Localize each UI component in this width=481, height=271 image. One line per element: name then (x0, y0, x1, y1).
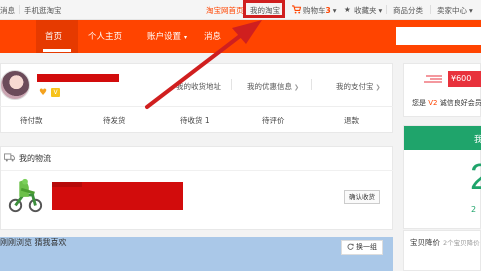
search-input[interactable] (396, 27, 481, 45)
highlight-box (243, 0, 285, 18)
change-batch-label: 换一组 (356, 243, 377, 251)
vip-badge: V (51, 88, 60, 97)
truck-icon (4, 153, 15, 162)
alipay-label: 我的支付宝 (336, 82, 374, 91)
stats-header-label: 我 (474, 135, 481, 145)
coupon-badge[interactable]: ¥600 (448, 71, 481, 87)
cart-icon (292, 5, 301, 14)
nav-account-label: 账户设置 (147, 32, 182, 42)
chevron-down-icon: ▾ (378, 6, 383, 15)
divider (0, 106, 393, 107)
messages-link[interactable]: 消息 (0, 5, 15, 16)
receive-address-link[interactable]: 我的收货地址 (176, 81, 221, 92)
order-to-receive-label: 待收货 (180, 116, 203, 125)
chevron-right-icon: ❯ (294, 84, 300, 91)
order-to-receive[interactable]: 待收货 1 (180, 115, 210, 126)
logistics-info-redacted-overlay (52, 182, 82, 187)
order-refund[interactable]: 退款 (344, 115, 359, 126)
benefits-label: 我的优惠信息 (247, 82, 292, 91)
nav-personal-page[interactable]: 个人主页 (88, 30, 122, 42)
recommend-title: 刚刚浏览 猜我喜欢 (0, 238, 67, 247)
refresh-icon (347, 243, 354, 250)
logistics-title: 我的物流 (19, 154, 51, 163)
taobao-home-link[interactable]: 淘宝网首页 (206, 5, 244, 16)
stats-header: 我 (404, 126, 481, 150)
nav-active-underline (43, 49, 71, 52)
vip-level: V2 (428, 99, 438, 107)
chevron-down-icon: ▾ (332, 6, 337, 15)
benefits-link[interactable]: 我的优惠信息 ❯ (247, 81, 299, 92)
vip-prefix: 您是 (412, 99, 426, 107)
stats-small-number: 2 (471, 205, 477, 214)
username-redacted (37, 74, 119, 82)
chevron-down-icon: ▾ (469, 6, 473, 15)
order-to-ship[interactable]: 待发货 (103, 115, 126, 126)
order-to-review[interactable]: 待评价 (262, 115, 285, 126)
seller-center-label: 卖家中心 (437, 6, 467, 15)
favorites-link[interactable]: 收藏夹 ▾ (354, 5, 382, 16)
favorites-label: 收藏夹 (354, 6, 377, 15)
order-to-receive-count: 1 (204, 116, 210, 125)
nav-messages[interactable]: 消息 (204, 30, 221, 42)
divider (311, 79, 312, 90)
avatar[interactable] (0, 70, 30, 100)
nav-account-settings[interactable]: 账户设置 ▾ (147, 30, 187, 42)
star-icon: ★ (344, 5, 351, 14)
chevron-right-icon: ❯ (375, 84, 381, 91)
divider (231, 79, 232, 90)
categories-link[interactable]: 商品分类 (393, 5, 423, 16)
product-thumbnail[interactable] (6, 176, 44, 214)
nav-home[interactable]: 首页 (45, 30, 62, 42)
divider (386, 5, 387, 14)
price-drop-label: 宝贝降价 (410, 238, 440, 247)
vip-status: 您是 V2 诚信良好会员， (412, 98, 481, 108)
speed-lines-icon (424, 75, 442, 83)
cart-label: 购物车 (303, 6, 326, 15)
confirm-receipt-button[interactable]: 确认收货 (344, 190, 380, 204)
price-drop-note: 2个宝贝降价 (443, 239, 480, 247)
order-to-pay[interactable]: 待付款 (20, 115, 43, 126)
divider (430, 5, 431, 14)
cart-link[interactable]: 购物车3 ▾ (303, 5, 336, 16)
chevron-down-icon: ▾ (184, 34, 188, 41)
mobile-taobao-link[interactable]: 手机逛淘宝 (24, 5, 62, 16)
cart-count: 3 (325, 6, 331, 15)
top-utility-bar: 消息 手机逛淘宝 淘宝网首页 我的淘宝 购物车3 ▾ ★ 收藏夹 ▾ 商品分类 卖家… (0, 0, 481, 20)
change-batch-button[interactable]: 换一组 (341, 240, 383, 255)
divider (19, 5, 20, 14)
vip-suffix: 诚信良好会员， (439, 99, 481, 107)
stats-big-number[interactable]: 2 (470, 156, 481, 198)
heart-icon: ♥ (39, 88, 48, 98)
seller-center-link[interactable]: 卖家中心 ▾ (437, 5, 473, 16)
divider (1, 170, 393, 171)
alipay-link[interactable]: 我的支付宝 ❯ (336, 81, 381, 92)
price-drop-link[interactable]: 宝贝降价 2个宝贝降价 (410, 237, 480, 248)
